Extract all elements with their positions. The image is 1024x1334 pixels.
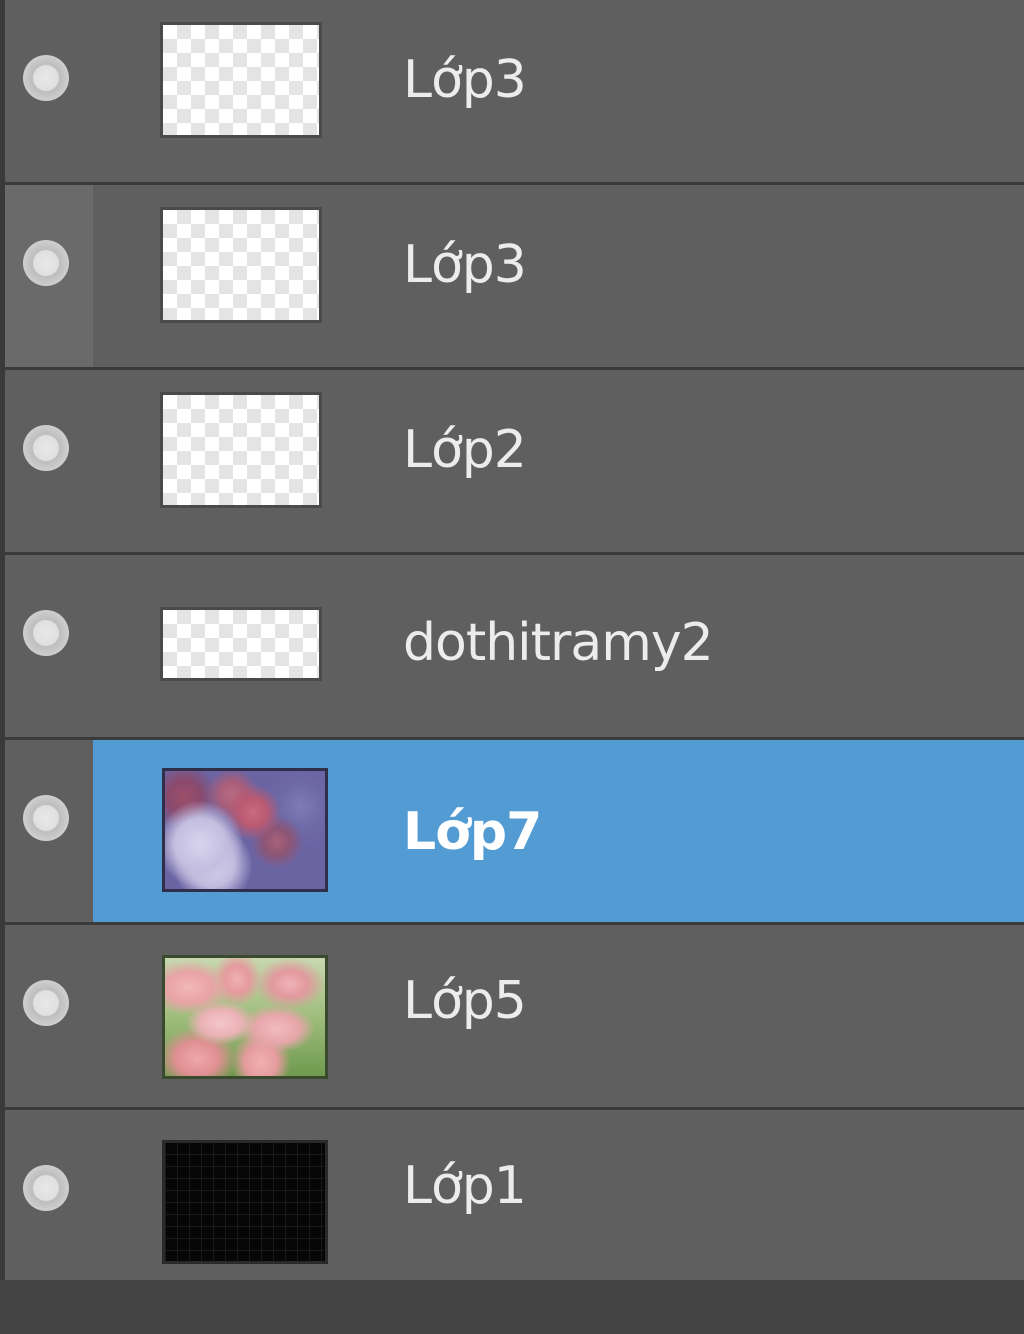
layer-thumbnail — [162, 955, 328, 1079]
layer-name[interactable]: Lớp7 — [403, 800, 542, 864]
visibility-toggle[interactable] — [5, 740, 93, 922]
layer-row[interactable]: Lớp2 — [0, 370, 1024, 555]
layer-name[interactable]: Lớp2 — [403, 418, 527, 482]
layer-thumbnail — [160, 392, 322, 508]
visibility-dot-icon[interactable] — [23, 55, 69, 101]
layer-thumbnail — [160, 22, 322, 138]
layer-row[interactable]: Lớp3 — [0, 185, 1024, 370]
layers-panel: Lớp3 Lớp3 Lớp2 dothitramy2 Lớp7 Lớp5 Lớp… — [0, 0, 1024, 1334]
visibility-dot-icon[interactable] — [23, 610, 69, 656]
visibility-toggle[interactable] — [5, 185, 93, 367]
visibility-toggle[interactable] — [5, 370, 93, 552]
layer-thumbnail — [162, 768, 328, 892]
layer-row[interactable]: Lớp1 — [0, 1110, 1024, 1295]
layer-row-selected[interactable]: Lớp7 — [0, 740, 1024, 925]
visibility-toggle[interactable] — [5, 555, 93, 737]
visibility-dot-icon[interactable] — [23, 795, 69, 841]
visibility-toggle[interactable] — [5, 925, 93, 1107]
layer-row[interactable]: dothitramy2 — [0, 555, 1024, 740]
layer-name[interactable]: Lớp1 — [403, 1154, 527, 1218]
layer-thumbnail — [160, 607, 322, 681]
visibility-toggle[interactable] — [5, 1110, 93, 1292]
layer-name[interactable]: Lớp3 — [403, 48, 527, 112]
layer-row[interactable]: Lớp3 — [0, 0, 1024, 185]
layer-name[interactable]: Lớp5 — [403, 969, 527, 1033]
layer-thumbnail — [162, 1140, 328, 1264]
panel-footer — [0, 1280, 1024, 1334]
visibility-toggle[interactable] — [5, 0, 93, 182]
layer-list: Lớp3 Lớp3 Lớp2 dothitramy2 Lớp7 Lớp5 Lớp… — [0, 0, 1024, 1295]
layer-thumbnail — [160, 207, 322, 323]
layer-name[interactable]: Lớp3 — [403, 233, 527, 297]
layer-row[interactable]: Lớp5 — [0, 925, 1024, 1110]
visibility-dot-icon[interactable] — [23, 1165, 69, 1211]
visibility-dot-icon[interactable] — [23, 240, 69, 286]
visibility-dot-icon[interactable] — [23, 980, 69, 1026]
visibility-dot-icon[interactable] — [23, 425, 69, 471]
layer-name[interactable]: dothitramy2 — [403, 611, 714, 675]
